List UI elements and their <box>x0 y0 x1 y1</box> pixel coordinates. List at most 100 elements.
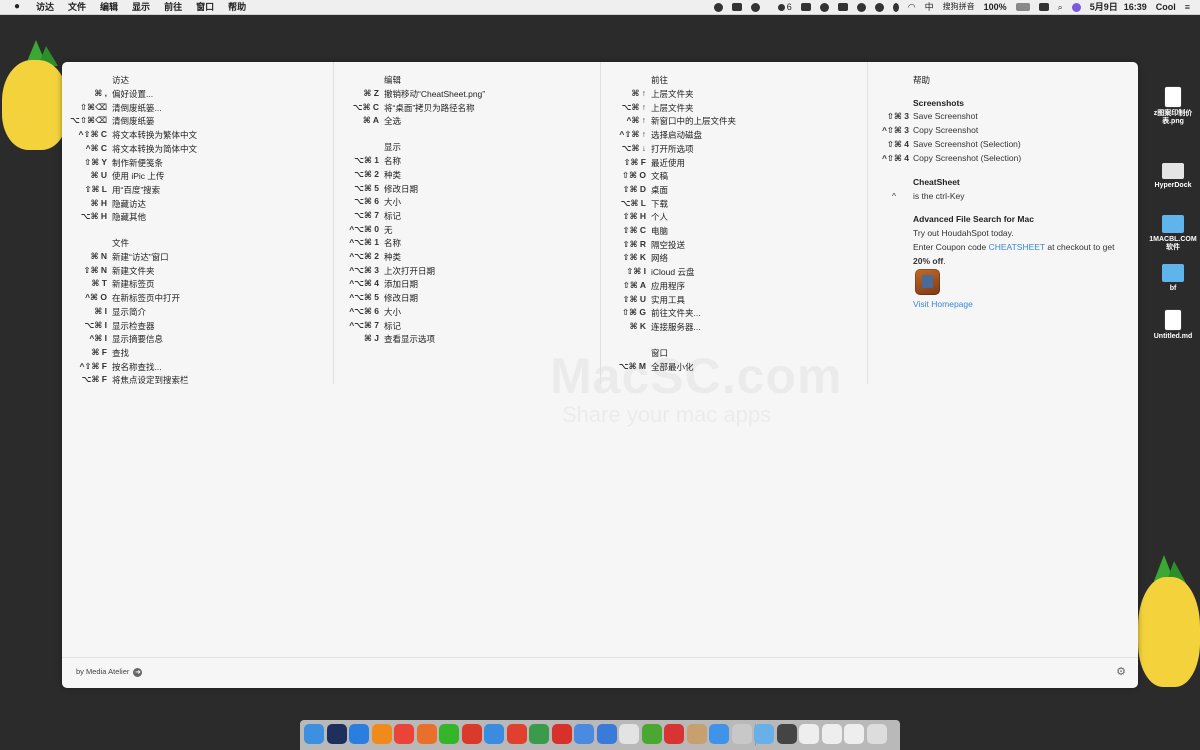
dock-app-icon[interactable] <box>754 724 774 744</box>
shortcut-label[interactable]: 将“桌面”拷贝为路径名称 <box>384 102 475 114</box>
list-icon[interactable]: ≡ <box>1185 0 1190 14</box>
menu-edit[interactable]: 编辑 <box>100 0 118 14</box>
desktop-file-icon[interactable]: z图案印制价表.png <box>1148 87 1198 126</box>
coupon-code[interactable]: CHEATSHEET <box>989 242 1045 252</box>
shortcut-label[interactable]: 将文本转换为简体中文 <box>112 143 197 155</box>
siri-icon[interactable] <box>1071 2 1081 12</box>
dock-app-icon[interactable] <box>506 724 527 744</box>
shortcut-label[interactable]: 标记 <box>384 320 401 332</box>
shortcut-label[interactable]: 应用程序 <box>651 280 685 292</box>
dock-app-icon[interactable] <box>619 724 639 744</box>
shortcut-label[interactable]: 个人 <box>651 211 668 223</box>
shortcut-label[interactable]: 全部最小化 <box>651 361 694 373</box>
user-name[interactable]: Cool <box>1156 0 1176 14</box>
shortcut-label[interactable]: 将文本转换为繁体中文 <box>112 129 197 141</box>
shortcut-label[interactable]: 用“百度”搜索 <box>112 184 160 196</box>
shortcut-label[interactable]: 大小 <box>384 196 401 208</box>
wifi-icon[interactable]: ◠ <box>908 0 916 14</box>
shortcut-label[interactable]: 无 <box>384 224 393 236</box>
shortcut-label[interactable]: 将焦点设定到搜索栏 <box>112 374 189 386</box>
shortcut-label[interactable]: 查找 <box>112 347 129 359</box>
tray-app-icon[interactable] <box>731 3 742 11</box>
shortcut-label[interactable]: 偏好设置... <box>112 88 153 100</box>
dock-app-icon[interactable] <box>844 724 864 744</box>
time[interactable]: 16:39 <box>1124 0 1147 14</box>
shortcut-label[interactable]: Copy Screenshot (Selection) <box>913 153 1021 163</box>
shortcut-label[interactable]: 新建“访达”窗口 <box>112 251 169 263</box>
tray-app-icon[interactable] <box>750 2 760 12</box>
shortcut-label[interactable]: Save Screenshot (Selection) <box>913 139 1021 149</box>
shortcut-label[interactable]: 修改日期 <box>384 292 418 304</box>
shortcut-label[interactable]: 制作新便笺条 <box>112 157 163 169</box>
shortcut-label[interactable]: 上层文件夹 <box>651 88 694 100</box>
shortcut-label[interactable]: 清倒废纸篓 <box>112 115 155 127</box>
input-method[interactable]: 中 <box>925 0 934 14</box>
tray-badge[interactable]: 6 <box>769 0 792 14</box>
dock-app-icon[interactable] <box>731 724 752 744</box>
tray-app-icon[interactable] <box>856 2 866 12</box>
dock-app-icon[interactable] <box>529 724 549 744</box>
shortcut-label[interactable]: 标记 <box>384 210 401 222</box>
dock-app-icon[interactable] <box>596 724 617 744</box>
shortcut-label[interactable]: 添加日期 <box>384 278 418 290</box>
shortcut-label[interactable]: 打开所选项 <box>651 143 694 155</box>
shortcut-label[interactable]: 种类 <box>384 169 401 181</box>
shortcut-label[interactable]: 显示检查器 <box>112 320 155 332</box>
dock-app-icon[interactable] <box>686 724 707 744</box>
shortcut-label[interactable]: iCloud 云盘 <box>651 266 694 278</box>
menu-go[interactable]: 前往 <box>164 0 182 14</box>
dock-app-icon[interactable] <box>349 724 369 744</box>
shortcut-label[interactable]: 网络 <box>651 252 668 264</box>
dock-app-icon[interactable] <box>664 724 684 744</box>
arrow-icon[interactable]: ➜ <box>133 667 143 677</box>
shortcut-label[interactable]: 上次打开日期 <box>384 265 435 277</box>
shortcut-label[interactable]: 种类 <box>384 251 401 263</box>
gear-icon[interactable]: ⚙ <box>1116 665 1126 678</box>
input-method-name[interactable]: 搜狗拼音 <box>943 0 975 14</box>
menu-window[interactable]: 窗口 <box>196 0 214 14</box>
dock-app-icon[interactable] <box>439 724 459 744</box>
dock-app-icon[interactable] <box>394 724 414 744</box>
shortcut-label[interactable]: 隐藏访达 <box>112 198 146 210</box>
dock-app-icon[interactable] <box>304 724 324 744</box>
dock-app-icon[interactable] <box>371 724 392 744</box>
shortcut-label[interactable]: 隐藏其他 <box>112 211 146 223</box>
credit-text[interactable]: by Media Atelier <box>76 667 129 676</box>
shortcut-label[interactable]: 实用工具 <box>651 294 685 306</box>
wechat-icon[interactable] <box>874 2 884 12</box>
desktop-folder-icon[interactable]: bf <box>1148 264 1198 293</box>
dock-app-icon[interactable] <box>574 724 594 744</box>
shortcut-label[interactable]: 大小 <box>384 306 401 318</box>
shortcut-label[interactable]: 名称 <box>384 155 401 167</box>
date[interactable]: 5月9日 <box>1090 0 1118 14</box>
battery-icon[interactable] <box>1015 3 1030 11</box>
shortcut-label[interactable]: 隔空投送 <box>651 239 685 251</box>
dock-app-icon[interactable] <box>326 724 347 744</box>
shortcut-label[interactable]: 连接服务器... <box>651 321 701 333</box>
shortcut-label[interactable]: 新建标签页 <box>112 278 155 290</box>
shortcut-label[interactable]: Copy Screenshot <box>913 125 978 135</box>
shortcut-label[interactable]: 前往文件夹... <box>651 307 701 319</box>
shortcut-label[interactable]: 在新标签页中打开 <box>112 292 180 304</box>
menu-finder[interactable]: 访达 <box>36 0 54 14</box>
menu-help[interactable]: 帮助 <box>228 0 246 14</box>
shortcut-label[interactable]: 显示简介 <box>112 306 146 318</box>
dock-app-icon[interactable] <box>641 724 662 744</box>
tray-app-icon[interactable] <box>819 2 829 12</box>
shortcut-label[interactable]: 查看显示选项 <box>384 333 435 345</box>
tray-app-icon[interactable] <box>800 3 811 11</box>
shortcut-label[interactable]: 文稿 <box>651 170 668 182</box>
apple-icon[interactable]: ● <box>10 0 24 14</box>
shortcut-label[interactable]: 按名称查找... <box>112 361 162 373</box>
tray-app-icon[interactable] <box>837 3 848 11</box>
dock-app-icon[interactable] <box>461 724 482 744</box>
bluetooth-icon[interactable] <box>892 2 899 12</box>
visit-homepage-link[interactable]: Visit Homepage <box>913 299 973 309</box>
houdahspot-app-icon[interactable] <box>915 269 940 295</box>
shortcut-label[interactable]: Save Screenshot <box>913 111 978 121</box>
dock-app-icon[interactable] <box>484 724 504 744</box>
dock-app-icon[interactable] <box>709 724 729 744</box>
dock-app-icon[interactable] <box>551 724 572 744</box>
search-icon[interactable]: ⌕ <box>1058 0 1063 14</box>
dock-app-icon[interactable] <box>821 724 842 744</box>
